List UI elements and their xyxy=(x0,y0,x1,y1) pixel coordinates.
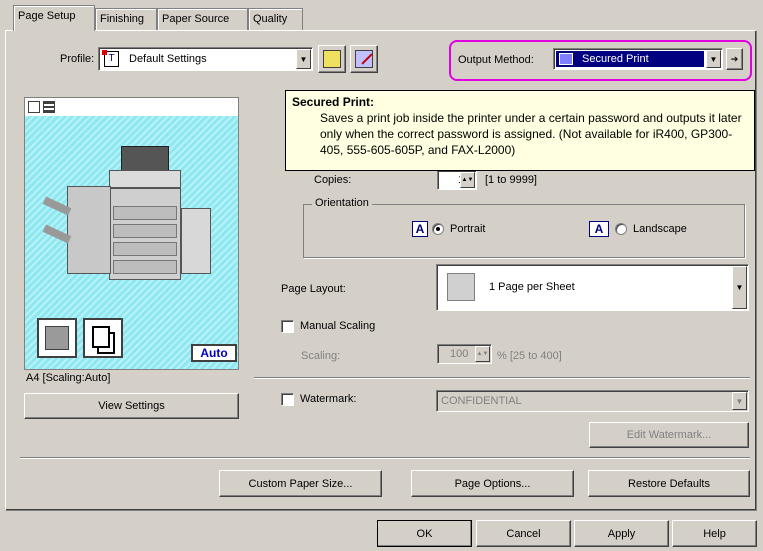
profile-value: Default Settings xyxy=(129,53,207,65)
chevron-down-icon[interactable]: ▼ xyxy=(296,49,311,69)
page-layout-label: Page Layout: xyxy=(281,283,346,295)
copies-stepper[interactable]: ▲▼ xyxy=(460,172,475,188)
scaling-label: Scaling: xyxy=(301,350,341,362)
manual-scaling-checkbox[interactable] xyxy=(281,320,294,333)
edit-profile-icon xyxy=(355,50,373,68)
copies-input[interactable]: 1 ▲▼ xyxy=(437,170,477,190)
orientation-label: Orientation xyxy=(312,197,372,209)
chevron-down-icon[interactable]: ▼ xyxy=(706,50,721,68)
list-view-icon[interactable] xyxy=(43,101,55,113)
add-profile-icon xyxy=(323,50,341,68)
ok-button[interactable]: OK xyxy=(377,520,472,547)
scaling-input[interactable]: 100 ▲▼ xyxy=(437,344,492,364)
output-method-settings-button[interactable]: ➔ xyxy=(726,48,743,70)
chevron-down-icon[interactable]: ▼ xyxy=(732,392,747,410)
pages-preview-icon xyxy=(83,318,123,358)
manual-scaling-label[interactable]: Manual Scaling xyxy=(300,320,375,332)
apply-button[interactable]: Apply xyxy=(574,520,669,547)
auto-badge: Auto xyxy=(191,344,237,362)
watermark-value: CONFIDENTIAL xyxy=(441,395,522,407)
scaling-value: 100 xyxy=(450,348,469,360)
restore-defaults-button[interactable]: Restore Defaults xyxy=(588,470,750,497)
tab-quality[interactable]: Quality xyxy=(248,8,303,30)
page-layout-value: 1 Page per Sheet xyxy=(489,281,575,293)
landscape-radio[interactable] xyxy=(615,223,627,235)
edit-watermark-button[interactable]: Edit Watermark... xyxy=(589,422,749,448)
help-button[interactable]: Help xyxy=(672,520,757,547)
profile-select[interactable]: T Default Settings ▼ xyxy=(98,47,313,71)
watermark-label[interactable]: Watermark: xyxy=(300,393,356,405)
single-view-icon[interactable] xyxy=(28,101,40,113)
page-layout-icon xyxy=(447,273,475,301)
tab-page-setup[interactable]: Page Setup xyxy=(13,5,95,31)
divider xyxy=(20,457,750,459)
preview-caption: A4 [Scaling:Auto] xyxy=(26,372,111,384)
copies-label: Copies: xyxy=(314,174,352,186)
page-layout-select[interactable]: 1 Page per Sheet ▼ xyxy=(436,264,749,311)
landscape-icon: A xyxy=(589,221,609,237)
profile-icon: T xyxy=(102,50,119,67)
printer-illustration xyxy=(39,146,229,286)
portrait-label[interactable]: Portrait xyxy=(450,223,485,235)
watermark-select[interactable]: CONFIDENTIAL ▼ xyxy=(436,390,749,412)
scaling-stepper[interactable]: ▲▼ xyxy=(475,346,490,362)
tab-paper-source[interactable]: Paper Source xyxy=(157,8,248,30)
tooltip-title: Secured Print: xyxy=(292,95,375,109)
secured-print-icon xyxy=(559,53,573,65)
output-method-selected: Secured Print xyxy=(556,51,704,67)
cancel-button[interactable]: Cancel xyxy=(476,520,571,547)
portrait-icon: A xyxy=(412,221,428,237)
secured-print-tooltip: Secured Print: Saves a print job inside … xyxy=(285,90,755,171)
finishing-preview-icon xyxy=(37,318,77,358)
portrait-radio[interactable] xyxy=(432,223,444,235)
tooltip-body: Saves a print job inside the printer und… xyxy=(320,111,742,157)
preview-toolbar xyxy=(25,98,238,116)
chevron-down-icon[interactable]: ▼ xyxy=(732,266,747,309)
custom-paper-size-button[interactable]: Custom Paper Size... xyxy=(219,470,382,497)
divider xyxy=(254,377,750,379)
tab-finishing[interactable]: Finishing xyxy=(95,8,157,30)
output-method-select[interactable]: Secured Print ▼ xyxy=(553,48,723,70)
scaling-range: % [25 to 400] xyxy=(497,350,562,362)
page-options-button[interactable]: Page Options... xyxy=(411,470,574,497)
watermark-checkbox[interactable] xyxy=(281,393,294,406)
preview-pane: Auto xyxy=(24,97,239,370)
copies-range: [1 to 9999] xyxy=(485,174,537,186)
profile-label: Profile: xyxy=(60,53,95,65)
output-method-label: Output Method: xyxy=(458,54,534,66)
view-settings-button[interactable]: View Settings xyxy=(24,393,239,419)
landscape-label[interactable]: Landscape xyxy=(633,223,687,235)
add-profile-button[interactable] xyxy=(318,45,346,73)
edit-profile-button[interactable] xyxy=(350,45,378,73)
